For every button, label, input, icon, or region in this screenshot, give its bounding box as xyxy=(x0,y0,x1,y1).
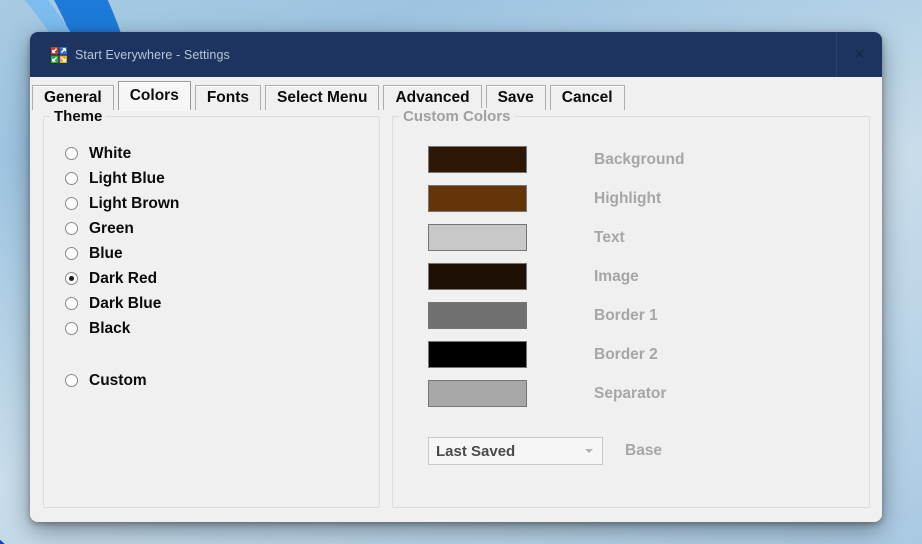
color-swatch-label: Text xyxy=(594,228,625,246)
base-select[interactable]: Last Saved xyxy=(428,437,603,465)
color-swatch-highlight[interactable] xyxy=(428,185,527,212)
color-swatch-border-2[interactable] xyxy=(428,341,527,368)
desktop-background: Start Everywhere - Settings × General Col… xyxy=(0,0,922,544)
base-select-value: Last Saved xyxy=(436,442,516,460)
radio-icon[interactable] xyxy=(65,297,78,310)
theme-group-title: Theme xyxy=(50,108,107,125)
color-row: Highlight xyxy=(428,179,859,218)
color-swatch-label: Highlight xyxy=(594,189,662,207)
theme-radio-light-brown[interactable]: Light Brown xyxy=(65,191,369,216)
theme-radio-label: Dark Red xyxy=(89,269,158,287)
theme-radio-label: Black xyxy=(89,319,131,337)
theme-radio-label: Dark Blue xyxy=(89,294,162,312)
theme-radio-light-blue[interactable]: Light Blue xyxy=(65,166,369,191)
window-title: Start Everywhere - Settings xyxy=(75,47,230,62)
theme-radio-label: White xyxy=(89,144,132,162)
base-row: Last Saved Base xyxy=(403,437,859,465)
radio-icon[interactable] xyxy=(65,322,78,335)
close-icon[interactable]: × xyxy=(836,32,882,77)
radio-icon[interactable] xyxy=(65,247,78,260)
theme-radio-dark-blue[interactable]: Dark Blue xyxy=(65,291,369,316)
tab-general[interactable]: General xyxy=(32,85,114,110)
theme-radio-dark-red[interactable]: Dark Red xyxy=(65,266,369,291)
theme-radio-list: White Light Blue Light Brown Green Blue Dark … xyxy=(54,141,369,393)
custom-colors-group: Custom Colors Background Highlight Text Ima… xyxy=(392,108,870,508)
tab-advanced[interactable]: Advanced xyxy=(383,85,482,110)
settings-window: Start Everywhere - Settings × General Col… xyxy=(30,32,882,522)
color-swatch-border-1[interactable] xyxy=(428,302,527,329)
radio-icon[interactable] xyxy=(65,147,78,160)
theme-group: Theme White Light Blue Light Brown Green Blu… xyxy=(43,108,380,508)
radio-icon[interactable] xyxy=(65,172,78,185)
radio-icon[interactable] xyxy=(65,374,78,387)
start-everywhere-icon xyxy=(51,46,67,63)
color-swatch-label: Background xyxy=(594,150,685,168)
base-label: Base xyxy=(625,442,663,459)
radio-icon[interactable] xyxy=(65,222,78,235)
chevron-down-icon xyxy=(585,449,593,453)
theme-radio-white[interactable]: White xyxy=(65,141,369,166)
color-swatch-label: Border 2 xyxy=(594,345,658,363)
custom-colors-group-title: Custom Colors xyxy=(399,108,515,125)
color-row: Border 2 xyxy=(428,335,859,374)
radio-icon[interactable] xyxy=(65,197,78,210)
tab-select-menu[interactable]: Select Menu xyxy=(265,85,380,110)
tab-save[interactable]: Save xyxy=(485,85,546,110)
color-swatch-label: Separator xyxy=(594,384,667,402)
tab-colors[interactable]: Colors xyxy=(117,81,191,110)
theme-radio-black[interactable]: Black xyxy=(65,316,369,341)
title-bar: Start Everywhere - Settings × xyxy=(30,32,882,77)
theme-radio-custom[interactable]: Custom xyxy=(65,368,369,393)
color-row: Separator xyxy=(428,374,859,413)
color-row: Background xyxy=(428,140,859,179)
theme-radio-label: Green xyxy=(89,219,134,237)
theme-radio-label: Custom xyxy=(89,371,147,389)
color-swatch-background[interactable] xyxy=(428,146,527,173)
color-swatch-label: Border 1 xyxy=(594,306,658,324)
theme-radio-label: Light Blue xyxy=(89,169,165,187)
theme-radio-blue[interactable]: Blue xyxy=(65,241,369,266)
custom-colors-list: Background Highlight Text Image Border 1 Bord… xyxy=(403,140,859,413)
theme-radio-green[interactable]: Green xyxy=(65,216,369,241)
theme-radio-label: Blue xyxy=(89,244,123,262)
theme-radio-label: Light Brown xyxy=(89,194,180,212)
radio-icon[interactable] xyxy=(65,272,78,285)
color-row: Text xyxy=(428,218,859,257)
tab-fonts[interactable]: Fonts xyxy=(194,85,262,110)
color-swatch-label: Image xyxy=(594,267,639,285)
color-row: Image xyxy=(428,257,859,296)
content-area: Theme White Light Blue Light Brown Green Blu… xyxy=(30,108,882,522)
tab-strip: General Colors Fonts Select Menu Advanced Sav… xyxy=(30,77,882,110)
color-swatch-separator[interactable] xyxy=(428,380,527,407)
color-swatch-image[interactable] xyxy=(428,263,527,290)
color-row: Border 1 xyxy=(428,296,859,335)
color-swatch-text[interactable] xyxy=(428,224,527,251)
tab-cancel[interactable]: Cancel xyxy=(549,85,625,110)
